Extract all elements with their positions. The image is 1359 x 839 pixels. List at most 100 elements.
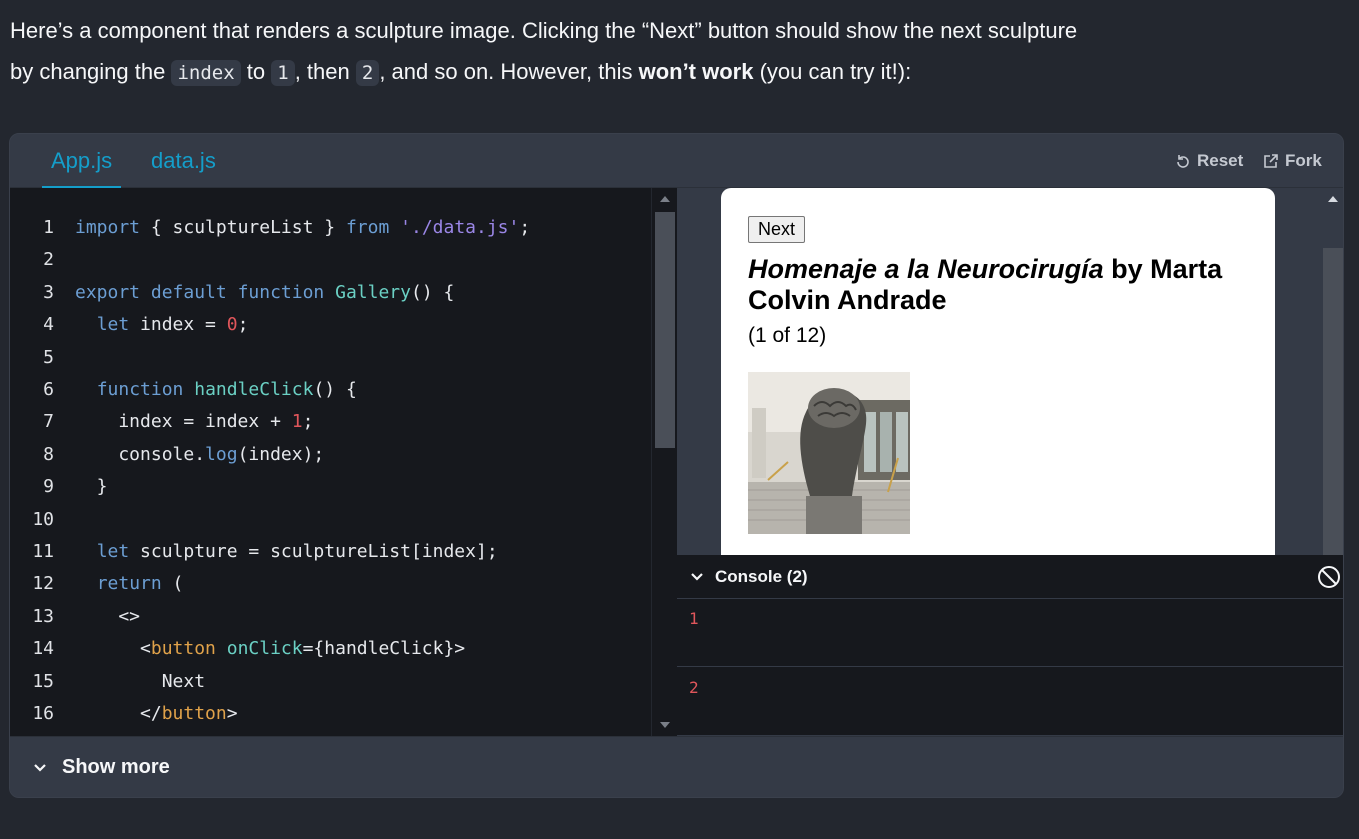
scrollbar-thumb[interactable] — [655, 212, 675, 448]
console-toggle[interactable]: Console (2) — [689, 567, 808, 587]
code-token: Next — [75, 670, 206, 692]
intro-paragraph: Here’s a component that renders a sculpt… — [10, 10, 1340, 94]
code-token: </ — [75, 703, 162, 724]
reset-icon — [1177, 155, 1189, 168]
code-text: return ( — [75, 568, 184, 600]
code-token: sculpture = sculptureList[index]; — [129, 541, 498, 562]
code-token: './data.js' — [400, 217, 520, 238]
line-number: 14 — [32, 638, 54, 660]
external-link-icon — [1264, 154, 1278, 168]
tab-app-js[interactable]: App.js — [42, 134, 122, 188]
line-number: 5 — [43, 346, 54, 368]
intro-line-1: Here’s a component that renders a sculpt… — [10, 18, 1078, 43]
console-log-value: 1 — [689, 609, 699, 628]
scrollbar-thumb[interactable] — [1323, 248, 1343, 555]
code-token: console. — [75, 443, 206, 465]
inline-code-2: 2 — [355, 60, 380, 86]
code-text: <button onClick={handleClick}> — [75, 633, 465, 665]
console-log-entry: 2 — [677, 668, 1343, 736]
code-editor[interactable]: 1 import { sculptureList } from './data.j… — [10, 188, 677, 736]
code-token: ={handleClick}> — [302, 638, 466, 660]
code-text: function handleClick() { — [75, 374, 357, 406]
inline-code-index: index — [171, 60, 241, 86]
code-token: onClick — [226, 638, 303, 660]
code-text: } — [75, 471, 108, 503]
sculpture-counter: (1 of 12) — [748, 324, 827, 347]
editor-scrollbar[interactable] — [651, 188, 677, 736]
intro-text: , then — [294, 59, 356, 84]
intro-line-2: by changing the index to 1, then 2, and … — [10, 51, 1340, 94]
intro-text: to — [240, 59, 272, 84]
console-title: Console (2) — [715, 567, 808, 586]
code-text: export default function Gallery() { — [75, 277, 454, 309]
line-number: 6 — [43, 379, 54, 400]
code-token: export — [75, 281, 141, 303]
intro-text: , and so on. However, this — [379, 59, 639, 84]
code-token: ; — [519, 217, 531, 238]
sculpture-image — [748, 372, 910, 534]
code-token: 1 — [291, 411, 303, 433]
line-number: 3 — [43, 281, 54, 303]
code-token: } — [75, 476, 108, 498]
line-number: 12 — [32, 573, 54, 595]
code-token: { sculptureList } — [140, 217, 346, 238]
code-token: handleClick — [194, 379, 314, 400]
code-token: Gallery — [335, 281, 411, 303]
scroll-down-arrow-icon[interactable] — [660, 722, 670, 728]
code-token: let — [96, 541, 130, 562]
code-token: ; — [302, 411, 314, 433]
line-number: 7 — [43, 411, 54, 433]
code-token: from — [345, 217, 390, 238]
clear-console-icon[interactable] — [1317, 565, 1341, 589]
sculpture-title: Homenaje a la Neurocirugía by Marta Colv… — [748, 254, 1248, 316]
fork-label: Fork — [1285, 151, 1322, 170]
console-panel: Console (2) 1 2 — [677, 555, 1343, 736]
code-text: <> — [75, 601, 140, 633]
show-more-label: Show more — [62, 756, 170, 778]
preview-card: Next Homenaje a la Neurocirugía by Marta… — [721, 188, 1275, 555]
code-token: ( — [161, 573, 184, 595]
code-token: index = — [129, 314, 227, 336]
sculpture-name: Homenaje a la Neurocirugía — [748, 254, 1104, 284]
intro-text: (you can try it!): — [753, 59, 912, 84]
sandbox-container: App.js data.js Reset Fork 1 import { scul… — [9, 133, 1344, 798]
inline-code-1: 1 — [271, 60, 295, 86]
code-token: index = index + — [75, 411, 292, 433]
code-token: import — [75, 217, 141, 238]
code-token: < — [75, 638, 151, 660]
code-text: Next — [75, 666, 205, 698]
code-text: import { sculptureList } from './data.js… — [75, 212, 530, 244]
code-token: <> — [75, 605, 141, 627]
scroll-up-arrow-icon[interactable] — [660, 196, 670, 202]
reset-button[interactable]: Reset — [1175, 150, 1243, 172]
line-number: 13 — [32, 605, 54, 627]
next-button[interactable]: Next — [748, 216, 806, 243]
code-text: </button> — [75, 698, 238, 730]
code-token: function — [237, 281, 325, 303]
code-token: () { — [410, 281, 455, 303]
line-number: 1 — [43, 217, 54, 238]
show-more-button[interactable]: Show more — [10, 736, 1343, 797]
code-token: return — [96, 573, 162, 595]
line-number: 8 — [43, 443, 54, 465]
line-number: 9 — [43, 476, 54, 498]
code-token: () { — [313, 379, 357, 400]
tab-data-js[interactable]: data.js — [151, 134, 216, 188]
line-number: 4 — [43, 314, 54, 336]
chevron-down-icon — [691, 573, 703, 581]
preview-scrollbar[interactable] — [1320, 188, 1343, 555]
fork-button[interactable]: Fork — [1263, 150, 1322, 172]
code-text: let index = 0; — [75, 309, 249, 341]
scroll-up-arrow-icon[interactable] — [1328, 196, 1338, 202]
line-number: 16 — [32, 703, 54, 724]
line-number: 10 — [32, 508, 54, 530]
line-number: 15 — [32, 670, 54, 692]
